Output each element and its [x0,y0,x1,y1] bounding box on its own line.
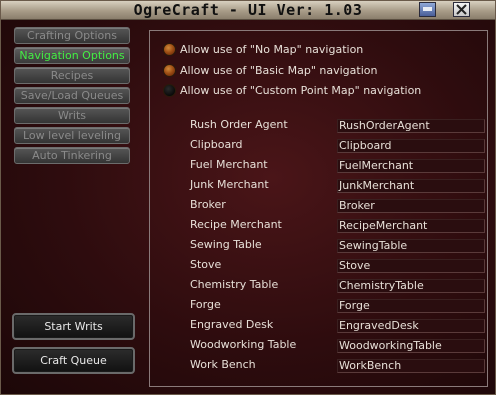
label-junk-merchant: Junk Merchant [190,178,269,191]
label-chemistry-table: Chemistry Table [190,278,279,291]
field-sewing-table[interactable]: SewingTable [337,239,485,253]
label-engraved-desk: Engraved Desk [190,318,274,331]
nav-auto-tinkering[interactable]: Auto Tinkering [14,147,130,164]
nav-writs[interactable]: Writs [14,107,130,124]
label-work-bench: Work Bench [190,358,256,371]
nav-save-load-queues[interactable]: Save/Load Queues [14,87,130,104]
ogrecraft-window: OgreCraft - UI Ver: 1.03 Crafting Option… [0,0,496,395]
label-sewing-table: Sewing Table [190,238,262,251]
nav-recipes[interactable]: Recipes [14,67,130,84]
radio-button[interactable] [163,84,176,97]
radio-label: Allow use of "No Map" navigation [180,43,364,56]
field-woodworking-table[interactable]: WoodworkingTable [337,339,485,353]
field-rush-order-agent[interactable]: RushOrderAgent [337,119,485,133]
label-clipboard: Clipboard [190,138,243,151]
radio-button[interactable] [163,43,176,56]
title-bar[interactable]: OgreCraft - UI Ver: 1.03 [1,1,495,20]
label-broker: Broker [190,198,226,211]
field-engraved-desk[interactable]: EngravedDesk [337,319,485,333]
close-icon [456,4,467,15]
nav-navigation-options[interactable]: Navigation Options [14,47,130,64]
field-chemistry-table[interactable]: ChemistryTable [337,279,485,293]
radio-button[interactable] [163,64,176,77]
nav-crafting-options[interactable]: Crafting Options [14,27,130,44]
radio-label: Allow use of "Basic Map" navigation [180,64,378,77]
nav-low-level-leveling[interactable]: Low level leveling [14,127,130,144]
label-woodworking-table: Woodworking Table [190,338,297,351]
label-rush-order-agent: Rush Order Agent [190,118,288,131]
field-recipe-merchant[interactable]: RecipeMerchant [337,219,485,233]
field-forge[interactable]: Forge [337,299,485,313]
field-work-bench[interactable]: WorkBench [337,359,485,373]
label-fuel-merchant: Fuel Merchant [190,158,268,171]
label-recipe-merchant: Recipe Merchant [190,218,282,231]
start-writs-button[interactable]: Start Writs [12,313,135,340]
label-forge: Forge [190,298,221,311]
field-broker[interactable]: Broker [337,199,485,213]
close-button[interactable] [453,2,470,17]
radio-label: Allow use of "Custom Point Map" navigati… [180,84,422,97]
field-fuel-merchant[interactable]: FuelMerchant [337,159,485,173]
craft-queue-button[interactable]: Craft Queue [12,347,135,374]
label-stove: Stove [190,258,222,271]
field-stove[interactable]: Stove [337,259,485,273]
field-junk-merchant[interactable]: JunkMerchant [337,179,485,193]
minimize-button[interactable] [419,2,436,17]
field-clipboard[interactable]: Clipboard [337,139,485,153]
